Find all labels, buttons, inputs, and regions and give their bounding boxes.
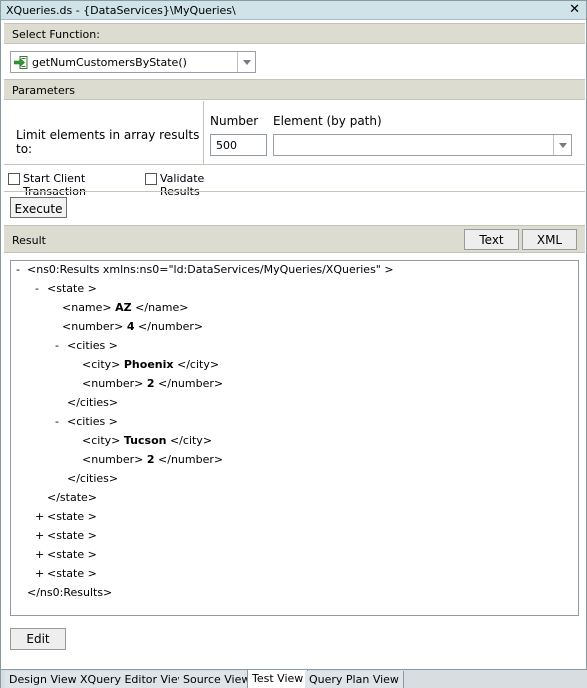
tag-close: </number> <box>158 377 224 390</box>
function-arrow-icon <box>14 56 28 69</box>
window-title: XQueries.ds - {DataServices}\MyQueries\ <box>6 4 236 17</box>
expand-toggle[interactable]: + <box>35 548 44 561</box>
expand-toggle[interactable]: + <box>35 529 44 542</box>
text-view-button[interactable]: Text <box>464 229 519 250</box>
tree-node-cities[interactable]: <cities > <box>67 415 118 428</box>
tree-node-number[interactable]: <number> 2 </number> <box>82 377 223 390</box>
chevron-down-icon[interactable] <box>553 135 571 155</box>
tree-node-state[interactable]: <state > <box>47 548 97 561</box>
expand-toggle[interactable]: + <box>35 510 44 523</box>
tree-node-cities-close: </cities> <box>67 472 119 485</box>
edit-button[interactable]: Edit <box>10 628 66 650</box>
validate-results-label: Validate Results <box>160 172 205 198</box>
tag-close: </number> <box>138 320 204 333</box>
tree-node-number[interactable]: <number> 2 </number> <box>82 453 223 466</box>
limit-label: Limit elements in array results to: <box>16 128 200 156</box>
collapse-toggle[interactable]: - <box>16 263 20 276</box>
number-label: Number <box>210 114 259 128</box>
tab-xquery-editor-view[interactable]: XQuery Editor View <box>76 671 192 688</box>
collapse-toggle[interactable]: - <box>55 339 59 352</box>
tag-value: 2 <box>146 453 155 466</box>
function-select-value: getNumCustomersByState() <box>32 56 187 69</box>
tab-design-view[interactable]: Design View <box>5 671 82 688</box>
parameters-header: Parameters <box>4 79 585 100</box>
close-icon[interactable]: ✕ <box>569 2 580 17</box>
tag-value: 2 <box>146 377 155 390</box>
tag-open: <city> <box>82 434 121 447</box>
function-select[interactable]: getNumCustomersByState() <box>10 51 256 73</box>
tab-source-view[interactable]: Source View <box>179 671 256 688</box>
tag-open: <number> <box>62 320 124 333</box>
tag-close: </number> <box>158 453 224 466</box>
parameters-label: Parameters <box>12 84 75 97</box>
tree-node-state[interactable]: <state > <box>47 282 97 295</box>
parameters-panel: Limit elements in array results to: Numb… <box>4 101 585 165</box>
start-client-transaction-checkbox[interactable] <box>8 173 20 185</box>
tree-node-results-close: </ns0:Results> <box>27 586 113 599</box>
tree-node-city[interactable]: <city> Phoenix </city> <box>82 358 219 371</box>
expand-toggle[interactable]: + <box>35 567 44 580</box>
limit-cell: Limit elements in array results to: <box>4 101 204 165</box>
collapse-toggle[interactable]: - <box>55 415 59 428</box>
tag-open: <number> <box>82 453 144 466</box>
result-label: Result <box>12 234 46 247</box>
result-tree[interactable]: - <ns0:Results xmlns:ns0="ld:DataService… <box>10 260 579 616</box>
chevron-down-icon[interactable] <box>237 52 255 72</box>
tree-node-state[interactable]: <state > <box>47 510 97 523</box>
select-function-label: Select Function: <box>12 28 100 41</box>
tag-value: Tucson <box>123 434 167 447</box>
tree-node-cities[interactable]: <cities > <box>67 339 118 352</box>
tree-node-results[interactable]: <ns0:Results xmlns:ns0="ld:DataServices/… <box>27 263 394 276</box>
tree-node-name[interactable]: <name> AZ </name> <box>62 301 188 314</box>
tree-node-cities-close: </cities> <box>67 396 119 409</box>
execute-button[interactable]: Execute <box>10 197 67 218</box>
validate-results-checkbox[interactable] <box>145 173 157 185</box>
tag-value: 4 <box>126 320 135 333</box>
number-field[interactable] <box>210 134 267 156</box>
tag-value: Phoenix <box>123 358 174 371</box>
collapse-toggle[interactable]: - <box>35 282 39 295</box>
tree-node-city[interactable]: <city> Tucson </city> <box>82 434 212 447</box>
title-bar: XQueries.ds - {DataServices}\MyQueries\ … <box>1 1 586 20</box>
tag-open: <name> <box>62 301 112 314</box>
number-input[interactable] <box>216 139 264 152</box>
tree-node-state-close: </state> <box>47 491 98 504</box>
tag-open: <number> <box>82 377 144 390</box>
editor-window: XQueries.ds - {DataServices}\MyQueries\ … <box>0 0 587 688</box>
tag-close: </city> <box>176 358 220 371</box>
tag-open: <city> <box>82 358 121 371</box>
tab-query-plan-view[interactable]: Query Plan View <box>305 671 404 688</box>
tree-node-number[interactable]: <number> 4 </number> <box>62 320 203 333</box>
tag-close: </city> <box>169 434 213 447</box>
tag-close: </name> <box>135 301 189 314</box>
view-tabs: Design View XQuery Editor View Source Vi… <box>1 669 587 688</box>
tree-node-state[interactable]: <state > <box>47 567 97 580</box>
xml-view-button[interactable]: XML <box>522 229 577 250</box>
start-client-transaction-label: Start Client Transaction <box>23 172 86 198</box>
tag-value: AZ <box>115 301 132 314</box>
result-header: Result Text XML <box>4 225 585 253</box>
element-label: Element (by path) <box>273 114 382 128</box>
tree-node-state[interactable]: <state > <box>47 529 97 542</box>
select-function-header: Select Function: <box>4 23 585 44</box>
element-path-select[interactable] <box>273 134 572 156</box>
divider <box>4 191 585 192</box>
tab-test-view[interactable]: Test View <box>247 670 309 688</box>
